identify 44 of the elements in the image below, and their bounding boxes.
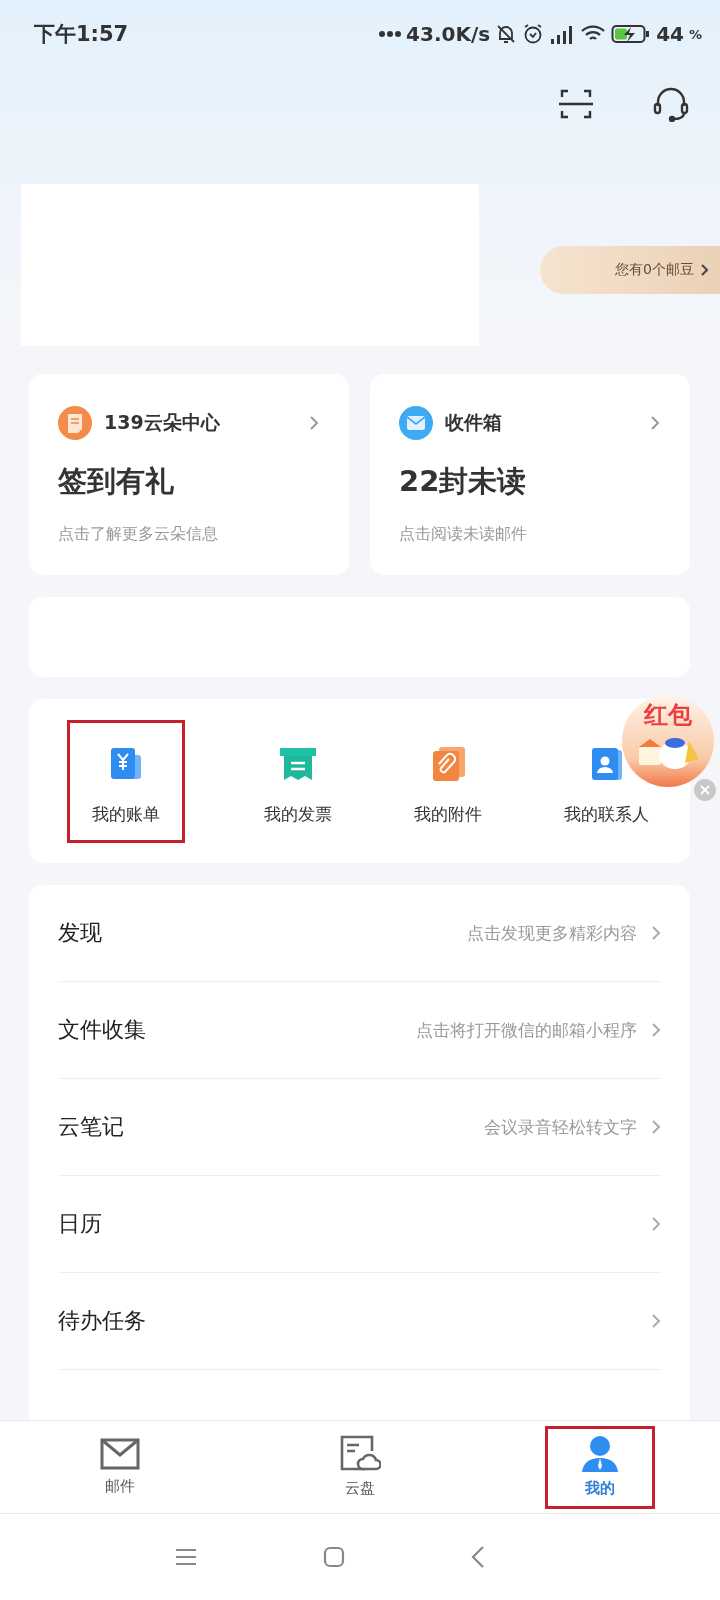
chevron-right-icon — [309, 415, 319, 431]
chevron-right-icon — [651, 1119, 661, 1135]
menu-icon[interactable] — [175, 1548, 197, 1566]
menu-item[interactable]: 待办任务 — [58, 1273, 661, 1370]
envelope-icon — [100, 1436, 140, 1471]
chevron-right-icon — [650, 415, 660, 431]
scan-icon[interactable] — [558, 88, 594, 120]
tab[interactable]: 我的 — [545, 1425, 655, 1509]
shortcut-item[interactable]: 我的账单 — [67, 719, 185, 843]
card-hint: 点击阅读未读邮件 — [399, 524, 528, 545]
back-icon[interactable] — [471, 1545, 485, 1569]
tab[interactable]: 邮件 — [65, 1427, 175, 1507]
card-hint: 点击了解更多云朵信息 — [58, 524, 219, 545]
menu-item[interactable]: 发现 点击发现更多精彩内容 — [58, 885, 661, 982]
status-time: 下午1:57 — [34, 21, 129, 48]
shortcut-item[interactable]: 我的发票 — [261, 719, 335, 843]
network-speed: 43.0K/s — [406, 22, 491, 46]
chevron-right-icon — [651, 1216, 661, 1232]
beans-button[interactable]: 您有0个邮豆 — [540, 246, 720, 294]
chevron-right-icon — [700, 263, 710, 277]
menu-item[interactable]: 日历 — [58, 1176, 661, 1273]
menu-item[interactable]: 云笔记 会议录音轻松转文字 — [58, 1079, 661, 1176]
more-dots-icon — [379, 30, 402, 38]
card-headline: 22封未读 — [399, 463, 528, 500]
menu-item[interactable]: 文件收集 点击将打开微信的邮箱小程序 — [58, 982, 661, 1079]
chevron-right-icon — [651, 1022, 661, 1038]
card-title: 收件箱 — [445, 410, 502, 435]
headset-icon[interactable] — [652, 86, 690, 122]
chevron-right-icon — [651, 1313, 661, 1329]
document-icon — [58, 406, 92, 440]
battery-icon — [611, 23, 652, 45]
battery-unit: % — [688, 26, 702, 42]
envelope-icon — [399, 406, 433, 440]
cloud-document-icon — [339, 1434, 381, 1473]
chevron-right-icon — [651, 925, 661, 941]
home-icon[interactable] — [323, 1546, 345, 1568]
card-title: 139云朵中心 — [104, 410, 220, 435]
person-icon — [580, 1434, 620, 1473]
info-card[interactable]: 139云朵中心 签到有礼 点击了解更多云朵信息 — [29, 374, 349, 575]
info-card[interactable]: 收件箱 22封未读 点击阅读未读邮件 — [370, 374, 690, 575]
tab[interactable]: 云盘 — [305, 1425, 415, 1509]
shortcut-item[interactable]: 我的附件 — [411, 719, 485, 843]
card-headline: 签到有礼 — [58, 463, 175, 500]
battery-level: 44 — [656, 22, 684, 46]
